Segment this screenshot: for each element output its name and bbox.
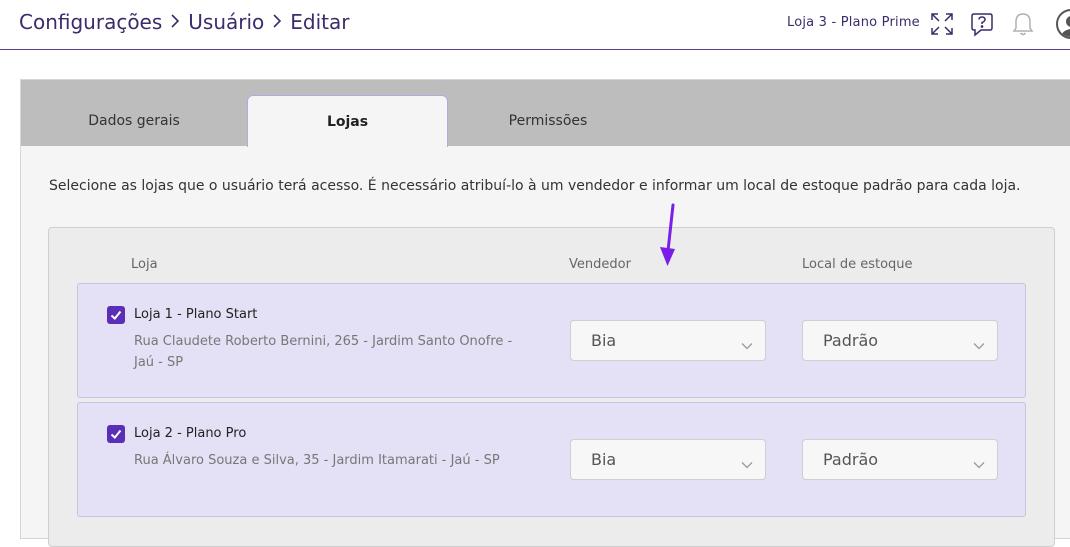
breadcrumb-separator-icon [264,12,290,33]
edit-user-card: Dados gerais Lojas Permissões Selecione … [20,79,1070,547]
chevron-down-icon [741,454,753,473]
seller-select[interactable]: Bia [570,320,766,361]
column-header-vendedor: Vendedor [569,257,631,272]
stock-select[interactable]: Padrão [802,439,998,480]
bell-icon[interactable] [1010,11,1036,37]
breadcrumb-editar: Editar [290,10,350,34]
stock-select[interactable]: Padrão [802,320,998,361]
annotation-arrow-icon [656,203,680,273]
stores-table: Loja Vendedor Local de estoque Loja 1 - … [48,227,1055,547]
store-address: Rua Claudete Roberto Bernini, 265 - Jard… [134,334,513,370]
tab-dados-gerais[interactable]: Dados gerais [21,95,247,147]
stock-select-value: Padrão [823,450,879,469]
store-checkbox[interactable] [107,306,125,324]
top-header: Configurações Usuário Editar Loja 3 - Pl… [0,0,1070,50]
store-checkbox[interactable] [107,425,125,443]
tab-lojas[interactable]: Lojas [247,95,448,147]
help-icon[interactable] [969,11,995,37]
store-row: Loja 1 - Plano Start Rua Claudete Robert… [77,283,1026,398]
breadcrumb-usuario[interactable]: Usuário [188,10,264,34]
seller-select-value: Bia [591,331,617,350]
chevron-down-icon [741,335,753,354]
check-icon [110,310,122,320]
tab-bar: Dados gerais Lojas Permissões [21,80,1070,147]
stores-description: Selecione as lojas que o usuário terá ac… [49,178,1021,194]
chevron-down-icon [973,335,985,354]
expand-icon[interactable] [929,11,955,37]
chevron-down-icon [973,454,985,473]
breadcrumb-separator-icon [162,12,188,33]
seller-select[interactable]: Bia [570,439,766,480]
current-store-label[interactable]: Loja 3 - Plano Prime [787,15,920,30]
seller-select-value: Bia [591,450,617,469]
tab-permissoes[interactable]: Permissões [448,95,648,147]
breadcrumb-configuracoes[interactable]: Configurações [19,10,162,34]
user-avatar-icon[interactable] [1056,9,1070,39]
check-icon [110,429,122,439]
breadcrumb: Configurações Usuário Editar [19,10,350,34]
stock-select-value: Padrão [823,331,879,350]
store-name: Loja 1 - Plano Start [134,307,258,322]
store-name: Loja 2 - Plano Pro [134,426,247,441]
store-address: Rua Álvaro Souza e Silva, 35 - Jardim It… [134,453,500,468]
column-header-local-estoque: Local de estoque [802,257,913,272]
store-row: Loja 2 - Plano Pro Rua Álvaro Souza e Si… [77,402,1026,517]
column-header-loja: Loja [131,257,158,272]
